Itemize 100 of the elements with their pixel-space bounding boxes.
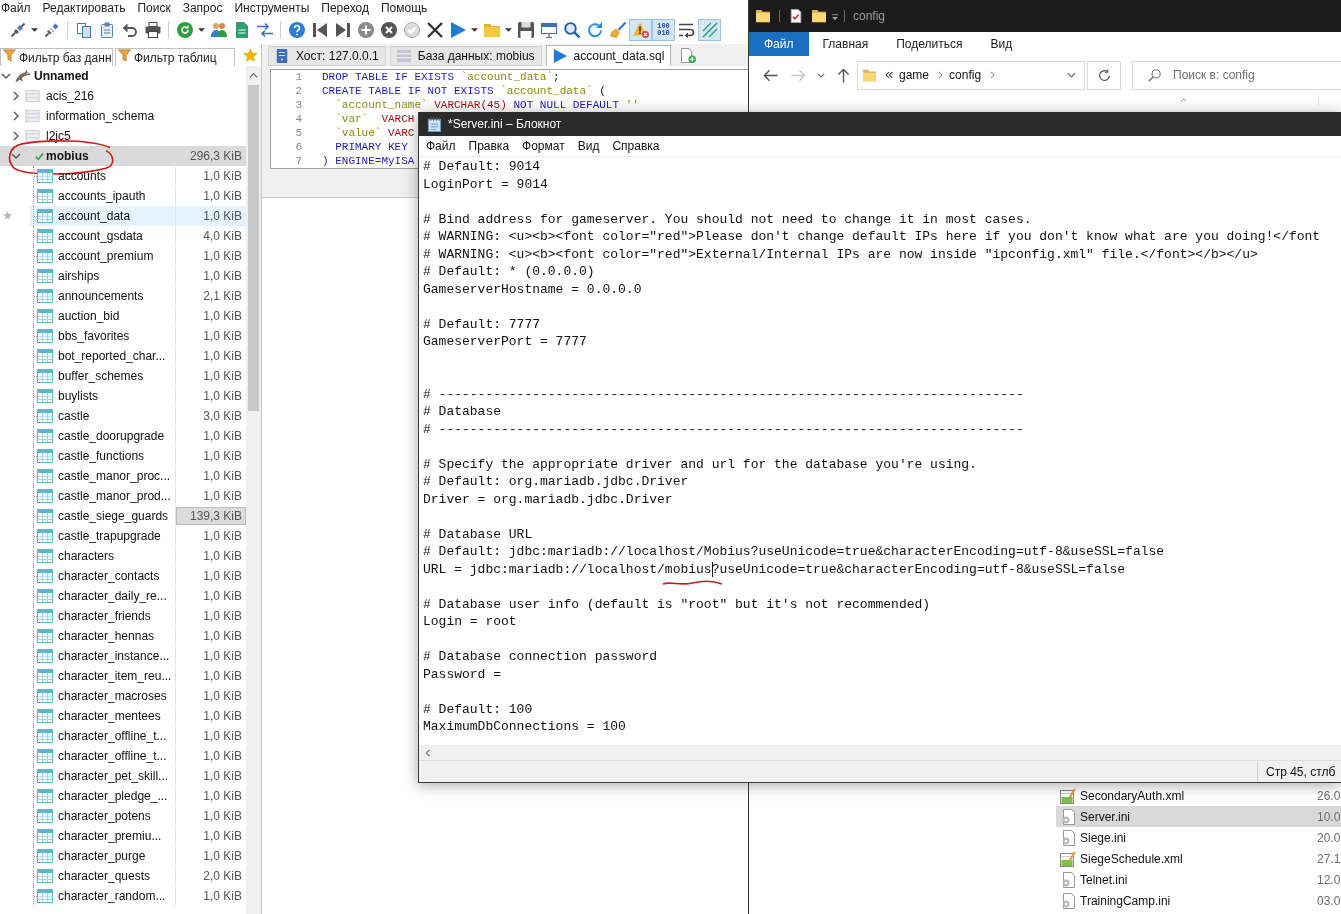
menu-item[interactable]: Редактировать: [42, 1, 126, 15]
menu-item[interactable]: Правка: [468, 137, 510, 155]
file-item[interactable]: Telnet.ini 12.0: [1056, 869, 1341, 890]
tree-item[interactable]: buylists 1,0 KiB: [30, 386, 246, 406]
tab[interactable]: Хост: 127.0.0.1: [268, 46, 386, 66]
tab[interactable]: База данных: mobius: [389, 46, 542, 66]
text-line: Password =: [423, 665, 501, 683]
tree-item[interactable]: character_potens 1,0 KiB: [30, 806, 246, 826]
tree-item[interactable]: character_macroses 1,0 KiB: [30, 686, 246, 706]
menu-item[interactable]: Запрос: [182, 1, 223, 15]
tree-item[interactable]: castle_doorupgrade 1,0 KiB: [30, 426, 246, 446]
address-bar[interactable]: game config: [857, 60, 1085, 90]
scrollbar-thumb[interactable]: [248, 85, 259, 411]
scrollbar[interactable]: [246, 66, 261, 914]
chevron-down-icon[interactable]: [1067, 72, 1076, 78]
file-item[interactable]: SiegeSchedule.xml 27.1: [1056, 848, 1341, 869]
tree-item[interactable]: castle_trapupgrade 1,0 KiB: [30, 526, 246, 546]
tree-item[interactable]: castle_manor_proc... 1,0 KiB: [30, 466, 246, 486]
ribbon-tab[interactable]: Главная: [808, 32, 883, 56]
chevron-down-icon[interactable]: [11, 151, 21, 161]
ribbon-tab[interactable]: Вид: [976, 32, 1027, 56]
broom-icon: [609, 22, 626, 38]
tree-item[interactable]: castle_functions 1,0 KiB: [30, 446, 246, 466]
tree-item[interactable]: accounts_ipauth 1,0 KiB: [30, 186, 246, 206]
tree-item[interactable]: l2jc5: [0, 126, 246, 146]
tree-item[interactable]: account_data 1,0 KiB: [30, 206, 246, 226]
chevron-down-icon[interactable]: [1, 71, 11, 81]
tree-item[interactable]: bbs_favorites 1,0 KiB: [30, 326, 246, 346]
tree-item[interactable]: auction_bid 1,0 KiB: [30, 306, 246, 326]
tree-item[interactable]: character_offline_t... 1,0 KiB: [30, 726, 246, 746]
refresh-button[interactable]: [1087, 60, 1121, 90]
tree-item[interactable]: buffer_schemes 1,0 KiB: [30, 366, 246, 386]
menu-item[interactable]: Формат: [522, 137, 565, 155]
file-item[interactable]: SecondaryAuth.xml 26.0: [1056, 785, 1341, 806]
tree-item[interactable]: character_instance... 1,0 KiB: [30, 646, 246, 666]
tree-item[interactable]: characters 1,0 KiB: [30, 546, 246, 566]
chevron-right-icon[interactable]: [990, 71, 996, 79]
tree-item[interactable]: character_purge 1,0 KiB: [30, 846, 246, 866]
tree-item[interactable]: character_random... 1,0 KiB: [30, 886, 246, 906]
text-line: Driver = org.mariadb.jdbc.Driver: [423, 490, 673, 508]
chevron-right-icon[interactable]: [938, 71, 944, 79]
tree-item[interactable]: account_premium 1,0 KiB: [30, 246, 246, 266]
tree-item[interactable]: character_friends 1,0 KiB: [30, 606, 246, 626]
menu-item[interactable]: Файл: [426, 137, 456, 155]
tree-item[interactable]: castle_manor_prod... 1,0 KiB: [30, 486, 246, 506]
file-item[interactable]: Siege.ini 20.0: [1056, 827, 1341, 848]
tree-item[interactable]: announcements 2,1 KiB: [30, 286, 246, 306]
breadcrumb[interactable]: config: [949, 66, 982, 84]
document-check-icon[interactable]: [789, 8, 803, 24]
skip-first-icon: [311, 22, 328, 38]
tree-item[interactable]: castle 3,0 KiB: [30, 406, 246, 426]
search-field[interactable]: Поиск в: config: [1132, 60, 1341, 90]
tree-item[interactable]: account_gsdata 4,0 KiB: [30, 226, 246, 246]
tree-item[interactable]: acis_216: [0, 86, 246, 106]
file-item[interactable]: TrainingCamp.ini 03.0: [1056, 890, 1341, 911]
scrollbar[interactable]: [419, 745, 1341, 760]
ribbon-tab[interactable]: Поделиться: [882, 32, 977, 56]
chevron-right-icon[interactable]: [11, 131, 21, 141]
text-line: # Specify the appropriate driver and url for the database you're using.: [423, 455, 977, 473]
database-icon: [25, 129, 40, 143]
size-label: 1,0 KiB: [203, 688, 243, 705]
double-chevron-icon[interactable]: [885, 71, 893, 79]
folder-icon[interactable]: [812, 8, 826, 24]
tree-item[interactable]: character_mentees 1,0 KiB: [30, 706, 246, 726]
caret-icon: [31, 28, 38, 32]
tree-item[interactable]: Unnamed: [0, 66, 246, 86]
menu-item[interactable]: Переход: [321, 1, 369, 15]
table-icon: [37, 509, 53, 523]
star-icon[interactable]: [3, 211, 12, 220]
tree-item[interactable]: character_pet_skill... 1,0 KiB: [30, 766, 246, 786]
tree-item[interactable]: mobius 296,3 KiB: [0, 146, 246, 166]
text-line: # Default: jdbc:mariadb://localhost/Mobius?useUnicode=true&characterEncoding=utf-8&useSSL=false: [423, 543, 1165, 561]
arrow-left-icon: [762, 67, 778, 83]
tree-item[interactable]: information_schema: [0, 106, 246, 126]
tree-item[interactable]: character_offline_t... 1,0 KiB: [30, 746, 246, 766]
tree-item[interactable]: character_contacts 1,0 KiB: [30, 566, 246, 586]
dropdown-icon[interactable]: [831, 13, 839, 22]
menu-item[interactable]: Справка: [612, 137, 660, 155]
menu-item[interactable]: Помощь: [380, 1, 428, 15]
menu-item[interactable]: Файл: [1, 1, 31, 15]
tab[interactable]: account_data.sql: [545, 45, 672, 66]
tree-item[interactable]: character_item_reu... 1,0 KiB: [30, 666, 246, 686]
tree-item[interactable]: accounts 1,0 KiB: [30, 166, 246, 186]
file-menu-button[interactable]: Файл: [749, 32, 809, 56]
menu-item[interactable]: Инструменты: [234, 1, 310, 15]
table-icon: [37, 649, 53, 663]
tree-item[interactable]: castle_siege_guards 139,3 KiB: [30, 506, 246, 526]
tree-item[interactable]: airships 1,0 KiB: [30, 266, 246, 286]
chevron-right-icon[interactable]: [11, 91, 21, 101]
chevron-right-icon[interactable]: [11, 111, 21, 121]
menu-item[interactable]: Вид: [577, 137, 600, 155]
tree-item[interactable]: character_hennas 1,0 KiB: [30, 626, 246, 646]
file-item[interactable]: Server.ini 10.0: [1056, 806, 1341, 827]
breadcrumb[interactable]: game: [899, 66, 930, 84]
tree-item[interactable]: character_daily_re... 1,0 KiB: [30, 586, 246, 606]
tree-item[interactable]: character_premiu... 1,0 KiB: [30, 826, 246, 846]
tree-item[interactable]: bot_reported_char... 1,0 KiB: [30, 346, 246, 366]
tree-item[interactable]: character_quests 2,0 KiB: [30, 866, 246, 886]
menu-item[interactable]: Поиск: [137, 1, 171, 15]
tree-item[interactable]: character_pledge_... 1,0 KiB: [30, 786, 246, 806]
